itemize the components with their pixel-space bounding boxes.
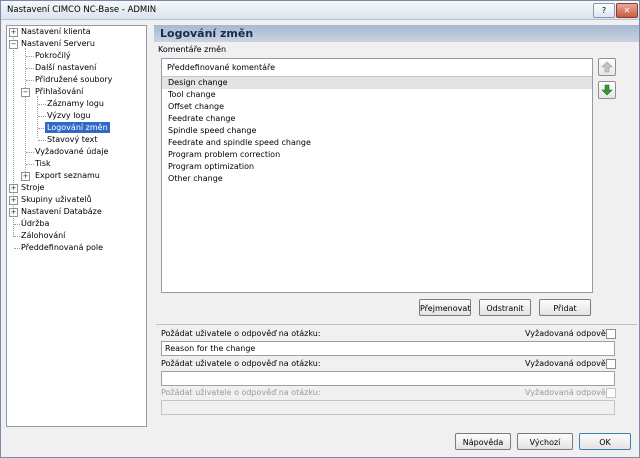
- list-item[interactable]: Other change: [162, 173, 592, 185]
- list-item[interactable]: Spindle speed change: [162, 125, 592, 137]
- question-label: Požádat uživatele o odpověď na otázku:: [161, 329, 321, 338]
- page-title: Logování změn: [160, 27, 254, 40]
- expand-icon[interactable]: +: [21, 172, 30, 181]
- tree-item-prihlasovani[interactable]: Přihlašování: [35, 86, 83, 97]
- list-item[interactable]: Tool change: [162, 89, 592, 101]
- required-answer-checkbox[interactable]: [606, 329, 616, 339]
- tree-item-preddefinovana-pole[interactable]: Předdefinovaná pole: [21, 242, 103, 253]
- help-title-button[interactable]: ?: [593, 3, 615, 18]
- tree-item-udrzba[interactable]: Údržba: [21, 218, 49, 229]
- remove-button[interactable]: Odstranit: [479, 299, 531, 316]
- divider: [156, 324, 637, 325]
- required-answer-label: Vyžadovaná odpověď: [525, 359, 611, 368]
- tree-item-export-seznamu[interactable]: Export seznamu: [35, 170, 100, 181]
- close-icon[interactable]: ✕: [616, 3, 638, 18]
- tree-item-vyzadovane-udaje[interactable]: Vyžadované údaje: [35, 146, 108, 157]
- list-column-header[interactable]: Předdefinované komentáře: [162, 59, 592, 77]
- tree-item-pridruzene-soubory[interactable]: Přidružené soubory: [35, 74, 112, 85]
- page-header: Logování změn: [154, 25, 639, 42]
- tree-item-tisk[interactable]: Tisk: [35, 158, 51, 169]
- tree-item-pokrocily[interactable]: Pokročilý: [35, 50, 71, 61]
- question-label: Požádat uživatele o odpověď na otázku:: [161, 359, 321, 368]
- question-input: [161, 400, 615, 415]
- tree-item-stavovy-text[interactable]: Stavový text: [47, 134, 98, 145]
- comments-list[interactable]: Předdefinované komentáře Design change T…: [161, 58, 593, 293]
- ok-button[interactable]: OK: [579, 433, 631, 450]
- list-item[interactable]: Feedrate change: [162, 113, 592, 125]
- tree-item-nastaveni-serveru[interactable]: Nastavení Serveru: [21, 38, 95, 49]
- move-up-button[interactable]: [598, 58, 616, 76]
- tree-item-nastaveni-klienta[interactable]: Nastavení klienta: [21, 26, 91, 37]
- help-button[interactable]: Nápověda: [455, 433, 511, 450]
- window-title: Nastavení CIMCO NC-Base - ADMIN: [7, 5, 157, 15]
- required-answer-label: Vyžadovaná odpověď: [525, 329, 611, 338]
- list-item[interactable]: Program optimization: [162, 161, 592, 173]
- tree-item-logovani-zmen[interactable]: Logování změn: [45, 122, 110, 133]
- comments-group-label: Komentáře změn: [158, 45, 227, 54]
- required-answer-checkbox[interactable]: [606, 359, 616, 369]
- required-answer-checkbox: [606, 388, 616, 398]
- collapse-icon[interactable]: −: [21, 88, 30, 97]
- expand-icon[interactable]: +: [9, 208, 18, 217]
- list-item[interactable]: Offset change: [162, 101, 592, 113]
- default-button[interactable]: Výchozí: [517, 433, 573, 450]
- arrow-down-icon: [601, 84, 613, 96]
- tree-item-zaznamy-logu[interactable]: Záznamy logu: [47, 98, 104, 109]
- question-input[interactable]: [161, 371, 615, 386]
- rename-button[interactable]: Přejmenovat: [419, 299, 471, 316]
- tree-item-nastaveni-databaze[interactable]: Nastavení Databáze: [21, 206, 102, 217]
- required-answer-label: Vyžadovaná odpověď: [525, 388, 611, 397]
- list-item[interactable]: Design change: [162, 77, 592, 89]
- tree-item-dalsi-nastaveni[interactable]: Další nastavení: [35, 62, 96, 73]
- move-down-button[interactable]: [598, 81, 616, 99]
- question-input[interactable]: Reason for the change: [161, 341, 615, 356]
- expand-icon[interactable]: +: [9, 28, 18, 37]
- collapse-icon[interactable]: −: [9, 40, 18, 49]
- title-bar: Nastavení CIMCO NC-Base - ADMIN ? ✕: [1, 1, 639, 20]
- list-item[interactable]: Program problem correction: [162, 149, 592, 161]
- add-button[interactable]: Přidat: [539, 299, 591, 316]
- settings-tree: + Nastavení klienta − Nastavení Serveru …: [6, 25, 147, 427]
- tree-item-stroje[interactable]: Stroje: [21, 182, 44, 193]
- expand-icon[interactable]: +: [9, 196, 18, 205]
- list-item[interactable]: Feedrate and spindle speed change: [162, 137, 592, 149]
- settings-window: Nastavení CIMCO NC-Base - ADMIN ? ✕ + Na…: [0, 0, 640, 458]
- arrow-up-icon: [601, 61, 613, 73]
- tree-item-vyzvy-logu[interactable]: Výzvy logu: [47, 110, 90, 121]
- tree-item-skupiny-uzivatelu[interactable]: Skupiny uživatelů: [21, 194, 92, 205]
- tree-item-zalohovani[interactable]: Zálohování: [21, 230, 65, 241]
- expand-icon[interactable]: +: [9, 184, 18, 193]
- question-label: Požádat uživatele o odpověď na otázku:: [161, 388, 321, 397]
